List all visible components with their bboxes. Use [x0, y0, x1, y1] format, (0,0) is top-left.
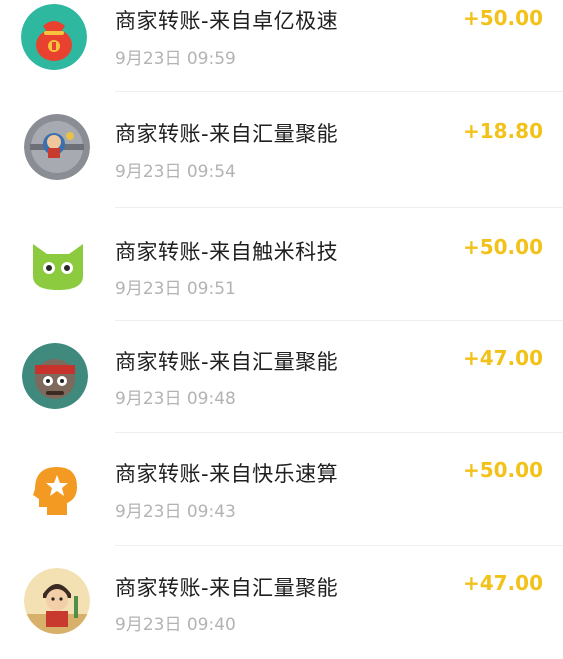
ninja-character-icon — [22, 343, 88, 409]
avatar — [21, 455, 87, 521]
transaction-time: 9月23日 09:40 — [115, 615, 236, 635]
transaction-amount: +47.00 — [462, 346, 543, 370]
transaction-row[interactable]: 商家转账-来自汇量聚能 9月23日 09:40 +47.00 — [0, 546, 563, 659]
transaction-title: 商家转账-来自触米科技 — [115, 240, 339, 264]
red-lucky-bag-icon — [21, 4, 87, 70]
transaction-title: 商家转账-来自卓亿极速 — [115, 9, 339, 33]
avatar — [22, 343, 88, 409]
transaction-amount: +50.00 — [462, 6, 543, 30]
transaction-amount: +47.00 — [462, 571, 543, 595]
transaction-amount: +50.00 — [462, 235, 543, 259]
avatar — [21, 4, 87, 70]
transaction-time: 9月23日 09:43 — [115, 502, 236, 522]
transaction-title: 商家转账-来自汇量聚能 — [115, 122, 339, 146]
transaction-amount: +18.80 — [462, 119, 543, 143]
transaction-row[interactable]: 商家转账-来自汇量聚能 9月23日 09:48 +47.00 — [0, 321, 563, 434]
green-cat-face-icon — [25, 230, 91, 296]
transaction-title: 商家转账-来自汇量聚能 — [115, 576, 339, 600]
transaction-row[interactable]: 商家转账-来自触米科技 9月23日 09:51 +50.00 — [0, 208, 563, 321]
transaction-time: 9月23日 09:51 — [115, 279, 236, 299]
orange-head-with-star-icon — [21, 455, 87, 521]
transaction-title: 商家转账-来自快乐速算 — [115, 462, 339, 486]
game-character-on-gray-icon — [24, 114, 90, 180]
transaction-title: 商家转账-来自汇量聚能 — [115, 350, 339, 374]
transaction-list: 商家转账-来自卓亿极速 9月23日 09:59 +50.00 商家转账-来自汇量… — [0, 0, 563, 641]
avatar — [24, 114, 90, 180]
transaction-amount: +50.00 — [462, 458, 543, 482]
transaction-time: 9月23日 09:59 — [115, 49, 236, 69]
avatar — [25, 230, 91, 296]
transaction-time: 9月23日 09:54 — [115, 162, 236, 182]
transaction-time: 9月23日 09:48 — [115, 389, 236, 409]
transaction-row[interactable]: 商家转账-来自快乐速算 9月23日 09:43 +50.00 — [0, 433, 563, 546]
cartoon-boy-character-icon — [24, 568, 90, 634]
avatar — [24, 568, 90, 634]
transaction-row[interactable]: 商家转账-来自汇量聚能 9月23日 09:54 +18.80 — [0, 92, 563, 208]
